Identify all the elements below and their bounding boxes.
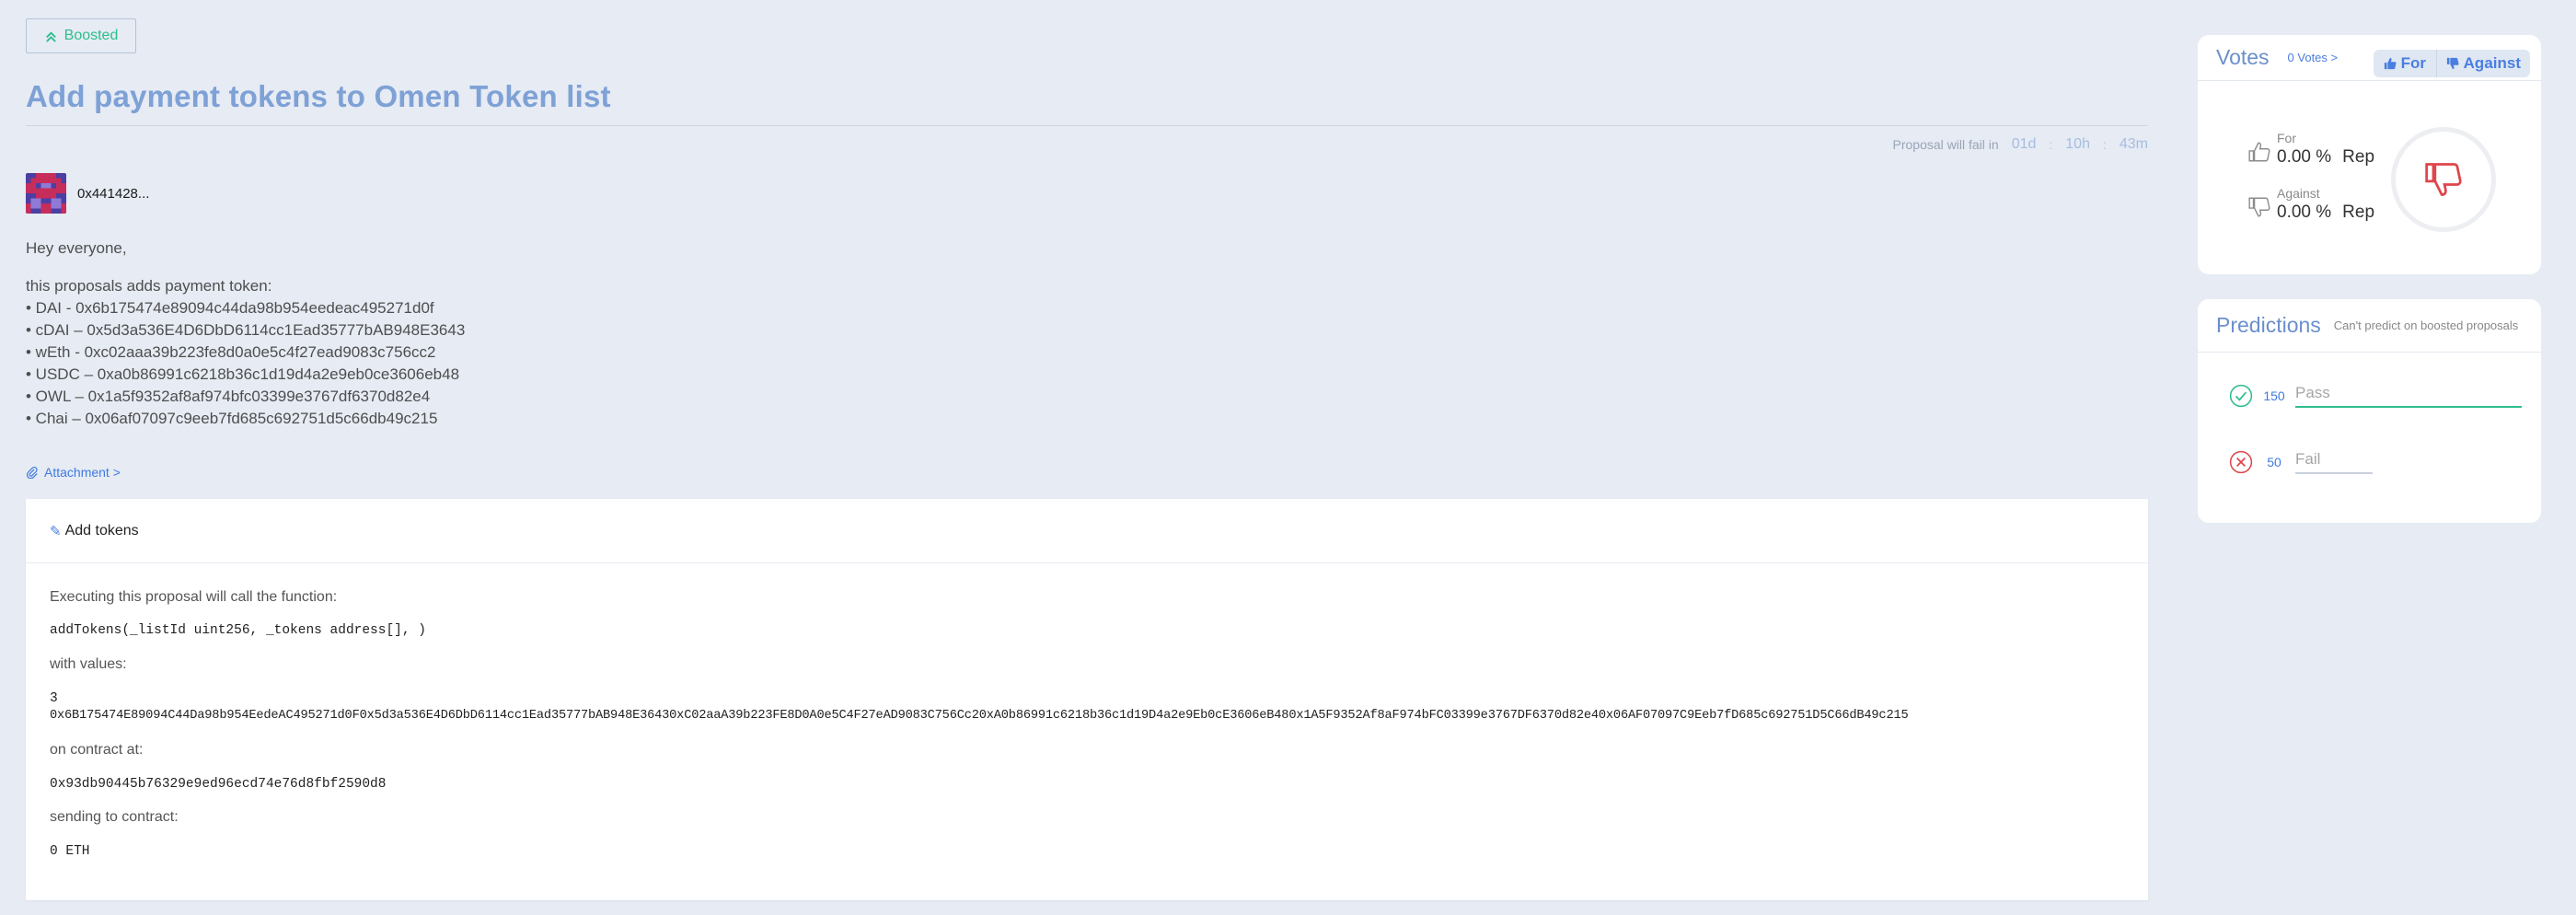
description-greeting: Hey everyone, bbox=[26, 239, 127, 257]
vote-for-button[interactable]: For bbox=[2374, 50, 2436, 77]
pencil-icon: ✎ bbox=[50, 523, 62, 539]
for-percent: 0.00 % bbox=[2277, 147, 2332, 167]
sending-value: 0 ETH bbox=[50, 844, 90, 859]
pass-prediction: 150 Pass bbox=[2229, 384, 2522, 408]
author-address[interactable]: 0x441428... bbox=[77, 186, 149, 202]
function-signature: addTokens(_listId uint256, _tokens addre… bbox=[50, 623, 426, 638]
thumbs-up-icon bbox=[2384, 57, 2397, 70]
votes-title: Votes bbox=[2216, 45, 2270, 69]
for-label: For bbox=[2277, 131, 2296, 145]
token-line: • OWL – 0x1a5f9352af8af974bfc03399e3767d… bbox=[26, 388, 431, 405]
boosted-label: Boosted bbox=[64, 28, 119, 43]
thumbs-down-icon bbox=[2446, 57, 2459, 70]
fail-prediction: 50 Fail bbox=[2229, 450, 2373, 474]
fail-input[interactable]: Fail bbox=[2295, 450, 2373, 474]
on-contract-label: on contract at: bbox=[50, 742, 144, 758]
thumbs-down-result-icon bbox=[2425, 163, 2462, 196]
votes-panel: Votes 0 Votes > For Against For 0.00 % Re… bbox=[2198, 35, 2541, 274]
predictions-note: Can't predict on boosted proposals bbox=[2333, 319, 2519, 332]
countdown-minutes: 43m bbox=[2119, 136, 2148, 152]
predictions-title: Predictions bbox=[2216, 313, 2321, 337]
avatar[interactable] bbox=[26, 173, 66, 214]
countdown: Proposal will fail in 01d : 10h : 43m bbox=[1893, 136, 2148, 153]
predictions-header: Predictions Can't predict on boosted pro… bbox=[2198, 299, 2541, 353]
action-title: Add tokens bbox=[64, 522, 139, 539]
value-tokens: 0x6B175474E89094C44Da98b954EedeAC495271d… bbox=[50, 709, 1909, 723]
value-list-id: 3 bbox=[50, 691, 58, 706]
boost-chevrons-icon bbox=[45, 30, 56, 42]
countdown-separator: : bbox=[2049, 137, 2053, 152]
vote-ratio-ring bbox=[2391, 127, 2496, 232]
token-line: • USDC – 0xa0b86991c6218b36c1d19d4a2e9eb… bbox=[26, 365, 460, 383]
attachment-label[interactable]: Attachment > bbox=[44, 465, 121, 480]
fail-stake-count: 50 bbox=[2267, 455, 2281, 469]
sending-label: sending to contract: bbox=[50, 809, 179, 825]
proposal-action-card: ✎ Add tokens Executing this proposal wil… bbox=[26, 499, 2148, 900]
predictions-panel: Predictions Can't predict on boosted pro… bbox=[2198, 299, 2541, 523]
title-divider bbox=[26, 125, 2148, 126]
countdown-label: Proposal will fail in bbox=[1892, 137, 1999, 152]
boosted-badge: Boosted bbox=[26, 18, 136, 53]
thumbs-down-outline-icon bbox=[2248, 197, 2270, 217]
thumbs-up-outline-icon bbox=[2248, 142, 2270, 162]
pass-check-icon bbox=[2229, 384, 2253, 408]
token-line: • Chai – 0x06af07097c9eeb7fd685c692751d5… bbox=[26, 410, 438, 427]
against-summary: Against 0.00 % Rep bbox=[2247, 186, 2374, 223]
executing-label: Executing this proposal will call the fu… bbox=[50, 589, 338, 605]
vote-against-button[interactable]: Against bbox=[2435, 50, 2530, 77]
contract-address: 0x93db90445b76329e9ed96ecd74e76d8fbf2590… bbox=[50, 777, 387, 792]
against-unit: Rep bbox=[2342, 203, 2375, 222]
proposal-author[interactable]: 0x441428... bbox=[26, 173, 149, 214]
proposal-title: Add payment tokens to Omen Token list bbox=[26, 79, 611, 113]
proposal-description: Hey everyone, this proposals adds paymen… bbox=[26, 237, 465, 430]
with-values-label: with values: bbox=[50, 656, 127, 672]
attachment-link[interactable]: Attachment > bbox=[26, 465, 121, 480]
proposal-main: Boosted Add payment tokens to Omen Token… bbox=[26, 0, 2148, 915]
votes-count-link[interactable]: 0 Votes > bbox=[2288, 51, 2339, 64]
against-percent: 0.00 % bbox=[2277, 203, 2332, 222]
for-summary: For 0.00 % Rep bbox=[2247, 131, 2374, 168]
token-line: • DAI - 0x6b175474e89094c44da98b954eedea… bbox=[26, 299, 434, 317]
pass-input[interactable]: Pass bbox=[2295, 384, 2522, 408]
token-line: • cDAI – 0x5d3a536E4D6DbD6114cc1Ead35777… bbox=[26, 321, 466, 339]
votes-header: Votes 0 Votes > For Against bbox=[2198, 35, 2541, 81]
against-label: Against bbox=[2277, 186, 2320, 201]
action-header: ✎ Add tokens bbox=[26, 499, 2148, 563]
vote-buttons: For Against bbox=[2374, 50, 2530, 77]
countdown-hours: 10h bbox=[2065, 136, 2090, 152]
paperclip-icon bbox=[26, 467, 38, 479]
pass-stake-count: 150 bbox=[2263, 388, 2285, 403]
token-line: • wEth - 0xc02aaa39b223fe8d0a0e5c4f27ead… bbox=[26, 343, 436, 361]
fail-x-icon bbox=[2229, 450, 2253, 474]
vote-for-label[interactable]: For bbox=[2401, 54, 2426, 73]
vote-against-label[interactable]: Against bbox=[2464, 54, 2521, 73]
description-intro: this proposals adds payment token: bbox=[26, 277, 272, 295]
countdown-separator: : bbox=[2102, 137, 2107, 152]
countdown-days: 01d bbox=[2011, 136, 2037, 152]
for-unit: Rep bbox=[2342, 147, 2375, 167]
